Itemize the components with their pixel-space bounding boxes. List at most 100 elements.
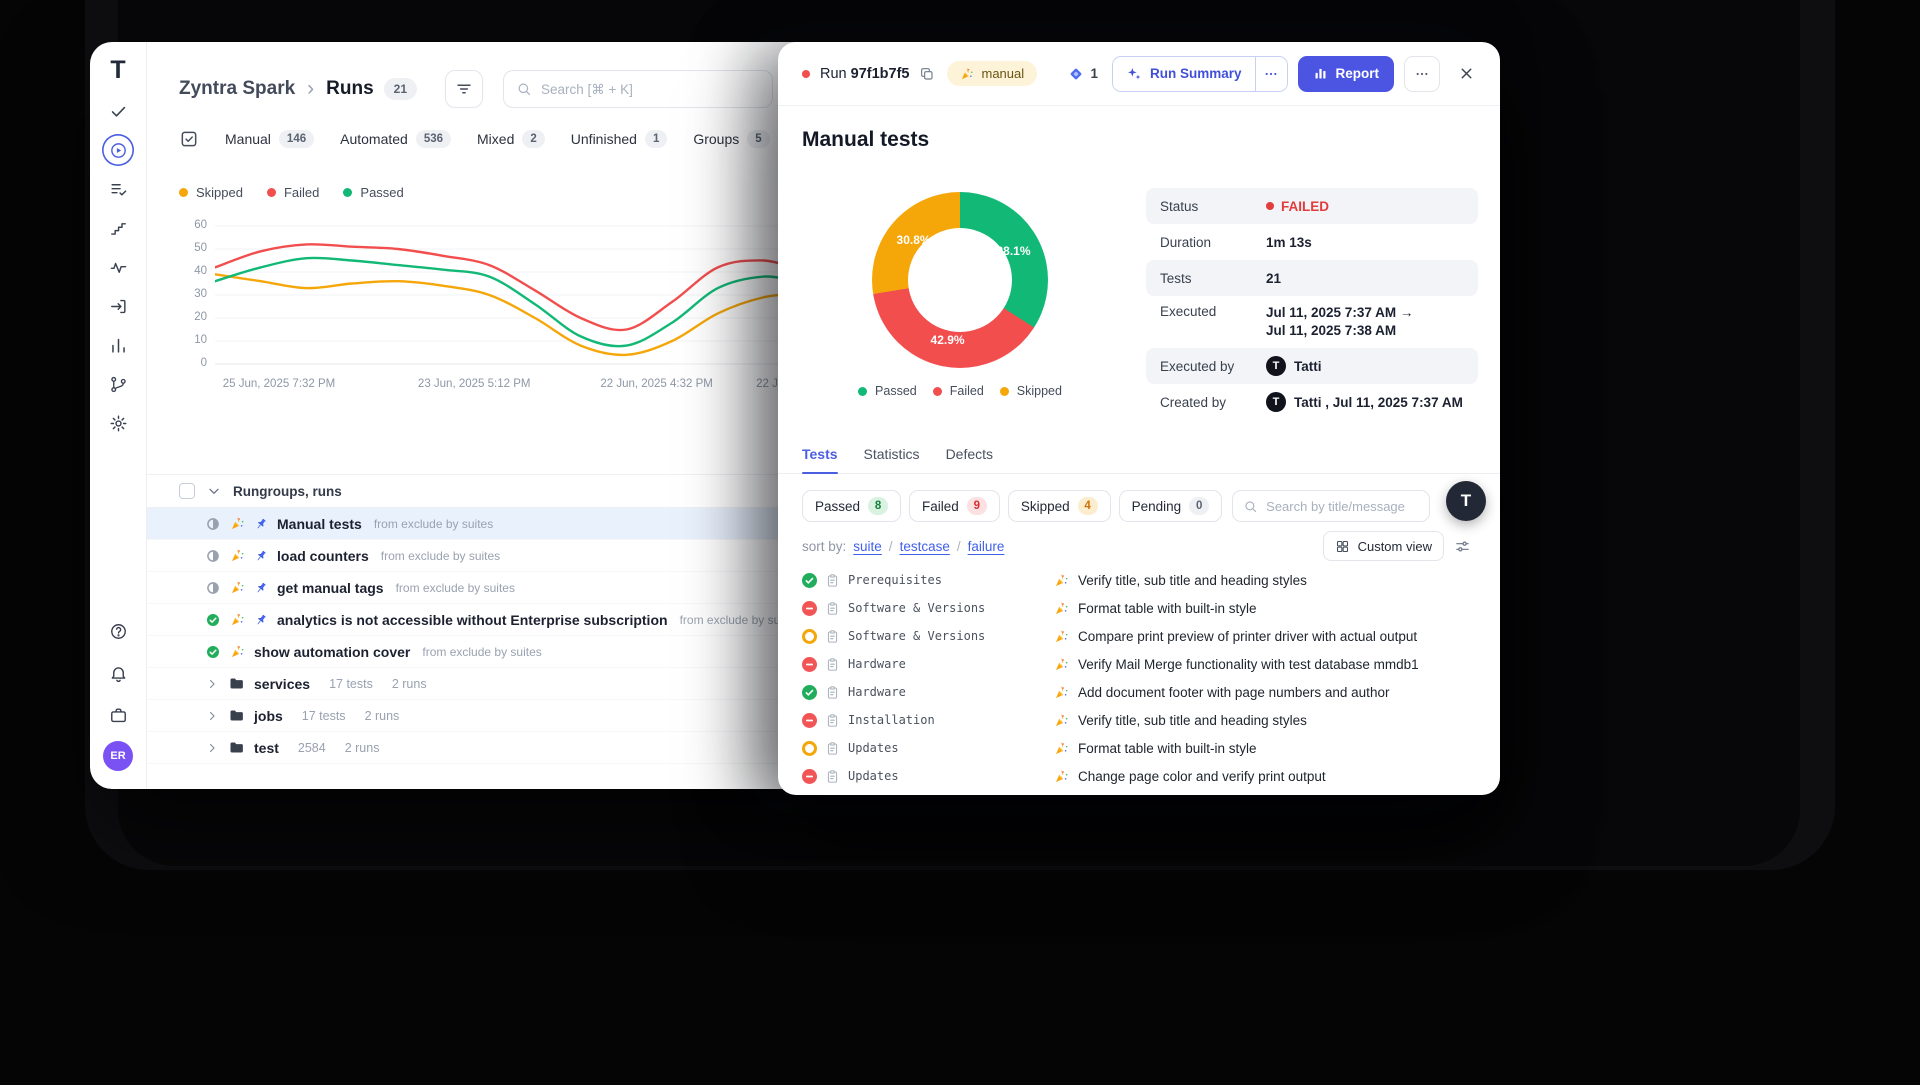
legend-item-passed[interactable]: Passed	[343, 185, 403, 200]
user-avatar[interactable]: ER	[103, 741, 133, 771]
test-suite-cell: Installation	[802, 713, 1054, 728]
test-row[interactable]: PrerequisitesVerify title, sub title and…	[778, 566, 1500, 594]
passed-status-icon	[802, 685, 817, 700]
sort-label: sort by:	[802, 539, 846, 554]
confetti-icon	[960, 67, 974, 81]
sort-by-testcase[interactable]: testcase	[900, 539, 950, 554]
tab-automated[interactable]: Automated536	[340, 130, 451, 148]
sort-separator: /	[889, 539, 893, 554]
sidebar-item-import[interactable]	[102, 290, 134, 322]
select-runs-icon[interactable]	[179, 129, 199, 149]
drawer-tab-statistics[interactable]: Statistics	[864, 440, 920, 473]
clipboard-icon	[825, 629, 840, 644]
test-row[interactable]: Software & VersionsFormat table with bui…	[778, 594, 1500, 622]
brand-avatar[interactable]: T	[1446, 481, 1486, 521]
test-row[interactable]: UpdatesFormat table with built-in style	[778, 734, 1500, 762]
chevron-right-icon[interactable]	[205, 741, 219, 755]
barchart-icon	[109, 336, 128, 355]
test-row[interactable]: HardwareVerify Mail Merge functionality …	[778, 650, 1500, 678]
y-axis-label: 20	[179, 311, 207, 323]
legend-dot	[179, 188, 188, 197]
report-button[interactable]: Report	[1298, 56, 1395, 92]
drawer-search-box[interactable]	[1232, 490, 1430, 522]
select-all-checkbox[interactable]	[179, 483, 195, 499]
sidebar-item-reports[interactable]	[102, 329, 134, 361]
sort-by-suite[interactable]: suite	[853, 539, 882, 554]
filter-pending-button[interactable]: Pending0	[1119, 490, 1223, 522]
tab-groups[interactable]: Groups5	[693, 130, 769, 148]
test-title-cell: Verify title, sub title and heading styl…	[1054, 573, 1307, 588]
legend-dot	[933, 387, 942, 396]
custom-view-button[interactable]: Custom view	[1323, 531, 1444, 561]
filter-failed-button[interactable]: Failed9	[909, 490, 1000, 522]
legend-item-failed[interactable]: Failed	[267, 185, 319, 200]
folder-name: jobs	[254, 708, 283, 724]
help-button[interactable]	[102, 615, 134, 647]
confetti-icon	[1054, 657, 1069, 672]
search-icon	[1243, 499, 1258, 514]
sidebar-item-tests[interactable]	[102, 95, 134, 127]
notifications-button[interactable]	[102, 657, 134, 689]
run-title: Manual tests	[802, 128, 1476, 152]
tab-mixed[interactable]: Mixed2	[477, 130, 545, 148]
run-summary-button[interactable]: Run Summary	[1113, 57, 1255, 91]
test-row[interactable]: HardwareAdd document footer with page nu…	[778, 678, 1500, 706]
sidebar-item-settings[interactable]	[102, 407, 134, 439]
drawer-search-input[interactable]	[1266, 499, 1419, 514]
filter-passed-button[interactable]: Passed 8	[802, 490, 901, 522]
run-overview: 38.1%42.9%30.8% PassedFailedSkipped Stat…	[802, 168, 1476, 428]
confetti-icon	[1054, 685, 1069, 700]
tab-count-badge: 5	[747, 130, 769, 148]
drawer-tab-defects[interactable]: Defects	[946, 440, 993, 473]
legend-item-skipped[interactable]: Skipped	[179, 185, 243, 200]
legend-dot	[343, 188, 352, 197]
info-row-duration: Duration1m 13s	[1146, 224, 1478, 260]
running-status-icon	[205, 548, 221, 564]
info-row-tests: Tests21	[1146, 260, 1478, 296]
test-row[interactable]: Software & VersionsCompare print preview…	[778, 622, 1500, 650]
sort-by-failure[interactable]: failure	[968, 539, 1005, 554]
confetti-icon	[230, 612, 245, 627]
chevron-down-icon[interactable]	[206, 483, 222, 499]
tab-label: Unfinished	[571, 131, 637, 147]
sidebar-item-branches[interactable]	[102, 368, 134, 400]
sidebar-item-runs[interactable]	[102, 134, 134, 166]
filter-button[interactable]	[445, 70, 483, 108]
filter-count-badge: 8	[868, 497, 888, 515]
sort-links: suite/testcase/failure	[853, 539, 1004, 554]
filter-label: Pending	[1132, 499, 1182, 514]
jira-issue-count[interactable]: 1	[1066, 64, 1098, 84]
legend-label: Skipped	[196, 185, 243, 200]
filter-skipped-button[interactable]: Skipped4	[1008, 490, 1111, 522]
sidebar-item-milestones[interactable]	[102, 212, 134, 244]
chevron-right-icon[interactable]	[205, 677, 219, 691]
breadcrumb[interactable]: Zyntra Spark	[179, 78, 295, 100]
close-drawer-button[interactable]	[1450, 58, 1482, 90]
ellipsis-icon	[1414, 66, 1430, 82]
drawer-tab-tests[interactable]: Tests	[802, 440, 838, 473]
legend-label: Passed	[875, 384, 917, 398]
test-suite-cell: Hardware	[802, 685, 1054, 700]
copy-icon[interactable]	[919, 66, 935, 82]
more-actions-button[interactable]	[1404, 56, 1440, 92]
sidebar-item-analytics[interactable]	[102, 251, 134, 283]
filter-label: Passed	[815, 499, 860, 514]
result-filters: Passed 8 Failed9Skipped4Pending0	[802, 490, 1476, 522]
tab-manual[interactable]: Manual146	[225, 130, 314, 148]
run-summary-more-button[interactable]	[1255, 57, 1287, 91]
test-title: Format table with built-in style	[1078, 741, 1257, 756]
search-input[interactable]	[541, 82, 760, 97]
test-row[interactable]: InstallationVerify title, sub title and …	[778, 706, 1500, 734]
app-logo[interactable]: T	[110, 58, 125, 83]
tab-unfinished[interactable]: Unfinished1	[571, 130, 668, 148]
workspace-button[interactable]	[102, 699, 134, 731]
confetti-icon	[1054, 769, 1069, 784]
chevron-right-icon[interactable]	[205, 709, 219, 723]
view-settings-button[interactable]	[1448, 532, 1476, 560]
search-box[interactable]	[503, 70, 773, 108]
run-id: Run 97f1b7f5	[820, 66, 909, 82]
donut-legend-passed: Passed	[858, 384, 917, 398]
test-row[interactable]: UpdatesChange page color and verify prin…	[778, 762, 1500, 790]
test-suite-cell: Prerequisites	[802, 573, 1054, 588]
sidebar-item-plans[interactable]	[102, 173, 134, 205]
